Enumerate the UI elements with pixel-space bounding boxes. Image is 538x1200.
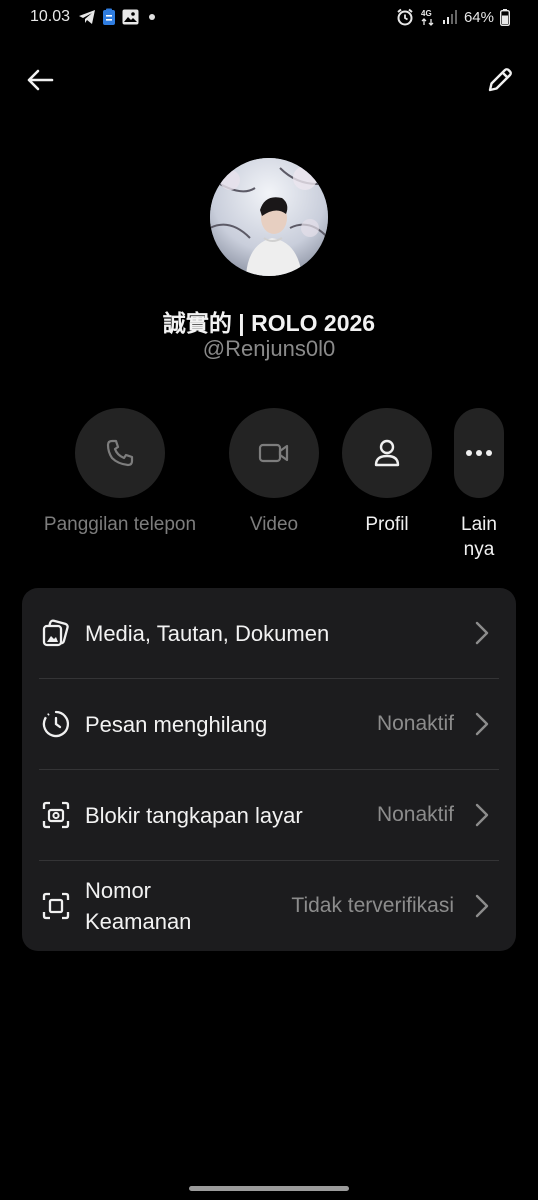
more-notifications-dot — [149, 14, 155, 20]
block-screenshots-title: Blokir tangkapan layar — [85, 802, 303, 828]
pencil-icon — [488, 68, 512, 92]
profile-circle[interactable] — [342, 408, 432, 498]
avatar[interactable] — [210, 158, 328, 276]
contact-settings-card: Media, Tautan, Dokumen Pesan menghilang … — [22, 588, 516, 951]
phone-icon — [106, 439, 134, 467]
battery-icon — [500, 8, 510, 26]
video-call-button[interactable]: Video — [219, 408, 329, 537]
security-number-row[interactable]: Nomor Keamanan Tidak terverifikasi — [22, 861, 516, 951]
block-screenshots-row[interactable]: Blokir tangkapan layar Nonaktif — [22, 770, 516, 860]
system-icons: 4G 64% — [396, 8, 510, 26]
more-horizontal-icon — [466, 450, 492, 456]
more-label: Lain nya — [461, 514, 497, 560]
signal-icon — [442, 10, 457, 24]
back-button[interactable] — [20, 62, 60, 98]
arrow-left-icon — [27, 69, 54, 91]
security-number-icon — [40, 890, 72, 922]
media-links-docs-title: Media, Tautan, Dokumen — [85, 620, 330, 646]
network-4g-icon: 4G — [421, 9, 434, 26]
security-number-value: Tidak terverifikasi — [291, 894, 454, 917]
notification-icons — [78, 8, 155, 26]
chevron-right-icon — [474, 621, 490, 645]
alarm-icon — [397, 8, 413, 26]
voice-call-circle[interactable] — [75, 408, 165, 498]
voice-call-label: Panggilan telepon — [43, 514, 197, 535]
battery-percent: 64% — [463, 8, 494, 26]
media-links-docs-row[interactable]: Media, Tautan, Dokumen — [22, 588, 516, 678]
screenshot-block-icon — [40, 799, 72, 831]
home-indicator[interactable] — [189, 1186, 349, 1191]
svg-text:4G: 4G — [421, 9, 432, 18]
video-icon — [258, 443, 289, 463]
disappearing-messages-value: Nonaktif — [376, 712, 454, 735]
profile-button[interactable]: Profil — [332, 408, 442, 537]
person-icon — [374, 439, 400, 467]
video-call-circle[interactable] — [229, 408, 319, 498]
chevron-right-icon — [474, 712, 490, 736]
voice-call-button[interactable]: Panggilan telepon — [20, 408, 220, 537]
security-number-title: Nomor Keamanan — [85, 878, 192, 934]
avatar-photo — [210, 158, 328, 276]
chevron-right-icon — [474, 803, 490, 827]
telegram-icon — [79, 10, 95, 24]
more-button[interactable]: Lain nya — [444, 408, 514, 562]
media-icon — [40, 617, 72, 649]
video-call-label: Video — [249, 514, 299, 535]
contact-handle: @Renjuns0l0 — [202, 336, 336, 361]
profile-label: Profil — [365, 514, 409, 535]
more-pill[interactable] — [454, 408, 504, 498]
timer-icon — [40, 708, 72, 740]
status-bar: 10.03 4G 64% — [0, 0, 538, 36]
chevron-right-icon — [474, 894, 490, 918]
disappearing-messages-row[interactable]: Pesan menghilang Nonaktif — [22, 679, 516, 769]
disappearing-messages-title: Pesan menghilang — [85, 711, 268, 737]
block-screenshots-value: Nonaktif — [376, 803, 454, 826]
contact-info-screen: 10.03 4G 64% 誠實的 | ROLO 2026 @Renjuns0l0… — [0, 0, 538, 1200]
contact-name: 誠實的 | ROLO 2026 — [162, 310, 376, 336]
status-time: 10.03 — [30, 8, 71, 25]
gallery-icon — [122, 9, 139, 25]
edit-button[interactable] — [480, 62, 520, 98]
clipboard-icon — [103, 8, 115, 25]
